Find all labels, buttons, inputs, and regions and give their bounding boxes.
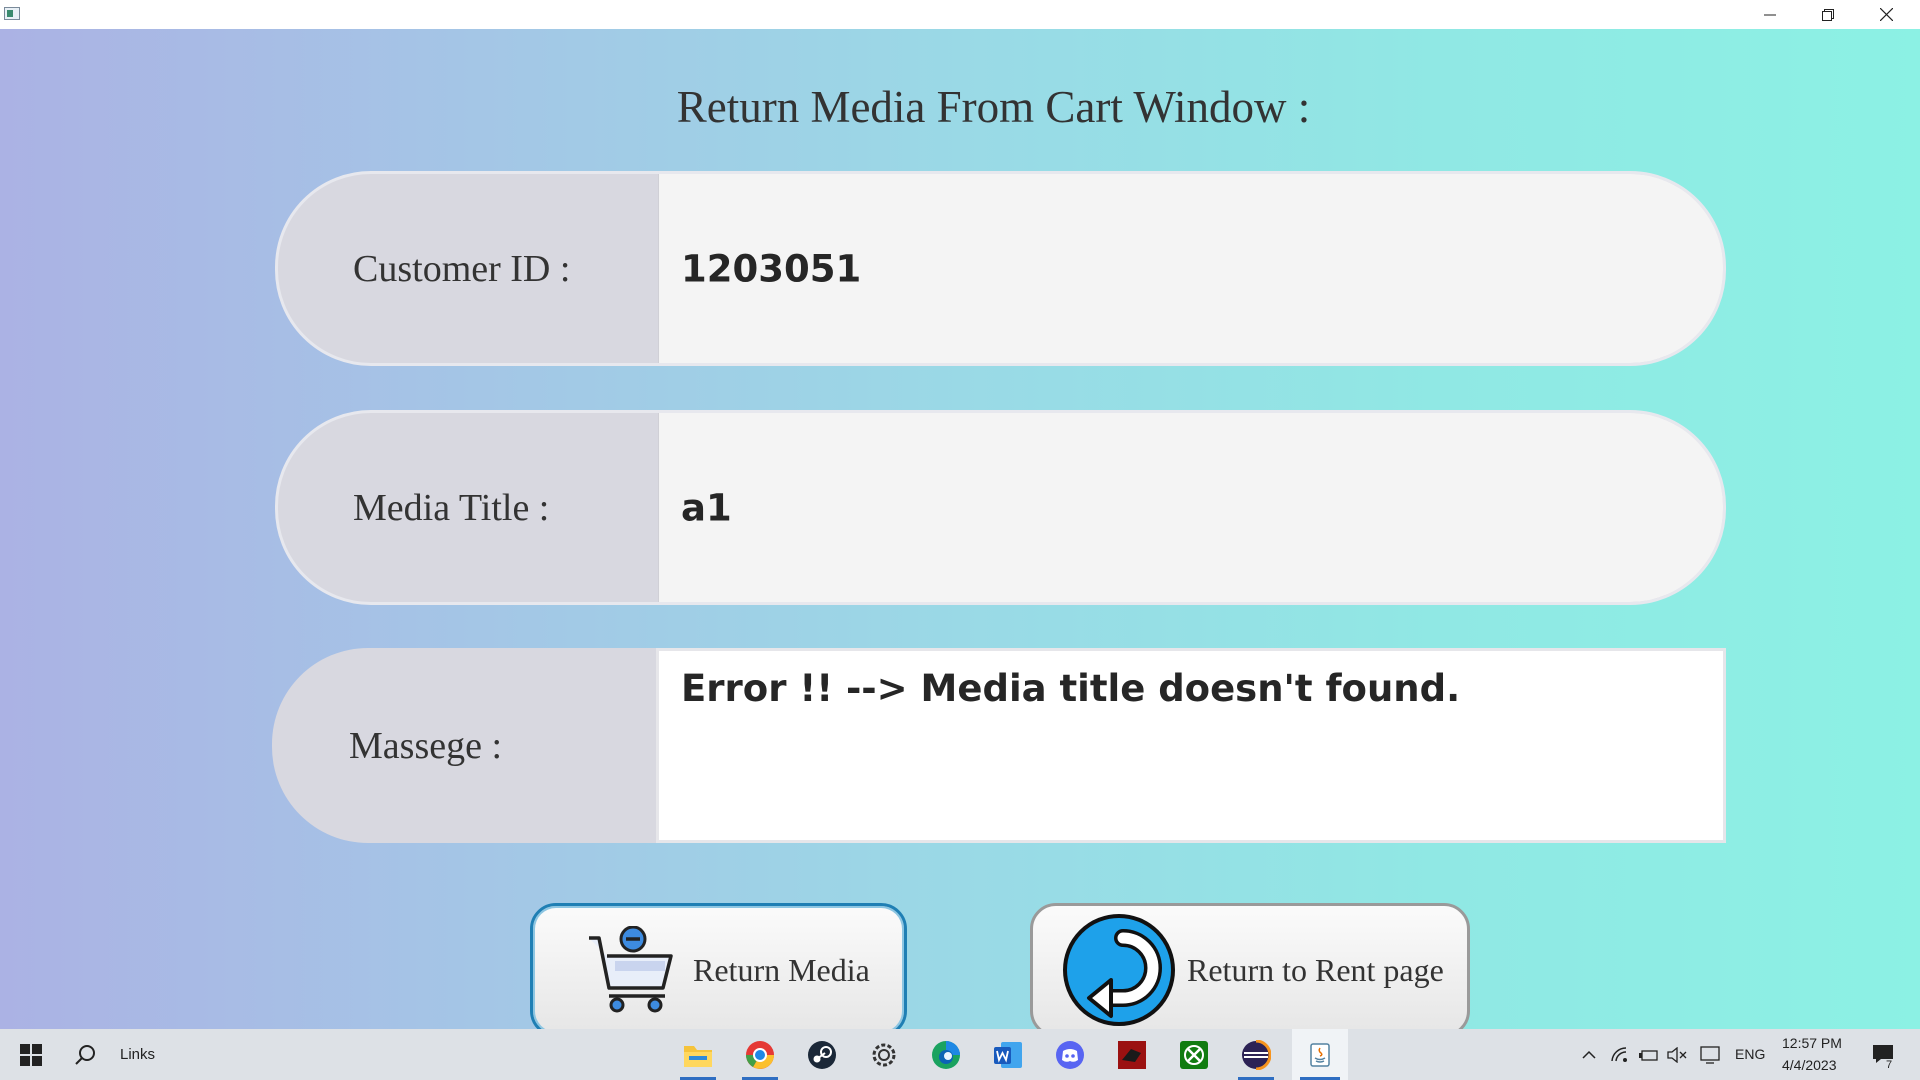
message-textarea[interactable]: Error !! --> Media title doesn't found.	[656, 648, 1726, 843]
return-to-rent-label: Return to Rent page	[1187, 951, 1444, 988]
file-explorer-icon	[684, 1045, 712, 1067]
restore-button[interactable]	[1799, 0, 1857, 29]
customer-id-value: 1203051	[681, 247, 862, 290]
clock-date[interactable]: 4/4/2023	[1782, 1057, 1837, 1073]
search-icon	[75, 1044, 95, 1065]
return-to-rent-button[interactable]: Return to Rent page	[1030, 903, 1470, 1037]
network-tray[interactable]	[1608, 1029, 1632, 1080]
back-arrow-icon	[1063, 914, 1175, 1026]
battery-icon	[1639, 1049, 1658, 1061]
taskbar-eclipse[interactable]	[1230, 1029, 1282, 1080]
java-icon	[1310, 1042, 1330, 1067]
volume-tray[interactable]	[1665, 1029, 1689, 1080]
battery-tray[interactable]	[1637, 1029, 1661, 1080]
language-indicator[interactable]: ENG	[1735, 1046, 1765, 1062]
edge-icon	[932, 1040, 960, 1069]
taskbar-word[interactable]	[982, 1029, 1034, 1080]
clock-time[interactable]: 12:57 PM	[1782, 1035, 1842, 1051]
start-button[interactable]	[8, 1029, 54, 1080]
taskbar-discord[interactable]	[1044, 1029, 1096, 1080]
red-app-icon	[1118, 1040, 1146, 1069]
search-label: Links	[120, 1046, 156, 1063]
notification-icon	[1873, 1044, 1893, 1063]
main-window: Return Media From Cart Window : Customer…	[0, 29, 1920, 1037]
taskbar-chrome[interactable]	[734, 1029, 786, 1080]
media-title-row: Media Title : a1	[275, 410, 1726, 605]
taskbar-edge[interactable]	[920, 1029, 972, 1080]
wifi-icon	[1611, 1046, 1627, 1062]
display-tray[interactable]	[1698, 1029, 1722, 1080]
customer-id-field[interactable]: 1203051	[658, 174, 1723, 363]
restore-icon	[1822, 8, 1834, 21]
notification-center-button[interactable]: 7	[1864, 1029, 1904, 1080]
windows-icon	[20, 1043, 42, 1066]
discord-icon	[1056, 1040, 1084, 1069]
taskbar-steam[interactable]	[796, 1029, 848, 1080]
taskbar-red-app[interactable]	[1106, 1029, 1158, 1080]
taskbar-xbox[interactable]	[1168, 1029, 1220, 1080]
taskbar-search[interactable]: Links	[74, 1029, 174, 1080]
xbox-icon	[1180, 1040, 1208, 1069]
minimize-button[interactable]	[1741, 0, 1799, 29]
chevron-up-icon	[1582, 1050, 1596, 1059]
taskbar: Links ENG 12:57 PM 4/4/2023 7	[0, 1029, 1920, 1080]
volume-muted-icon	[1667, 1046, 1687, 1063]
notification-count: 7	[1886, 1059, 1893, 1071]
message-row: Massege : Error !! --> Media title doesn…	[272, 648, 1726, 843]
media-title-label: Media Title :	[353, 486, 550, 529]
message-text: Error !! --> Media title doesn't found.	[681, 667, 1461, 710]
close-icon	[1879, 8, 1893, 21]
show-hidden-icons-button[interactable]	[1578, 1029, 1600, 1080]
return-media-label: Return Media	[693, 951, 870, 988]
minimize-icon	[1764, 14, 1776, 15]
steam-icon	[808, 1040, 836, 1069]
title-bar	[0, 0, 1920, 29]
settings-icon	[872, 1043, 896, 1066]
return-media-button[interactable]: Return Media	[530, 903, 907, 1037]
app-icon	[4, 7, 20, 20]
display-icon	[1700, 1045, 1720, 1064]
cart-remove-icon	[589, 926, 673, 1013]
word-icon	[994, 1041, 1022, 1068]
eclipse-icon	[1242, 1039, 1271, 1070]
close-button[interactable]	[1857, 0, 1915, 29]
taskbar-settings[interactable]	[858, 1029, 910, 1080]
chrome-icon	[746, 1040, 774, 1069]
media-title-value: a1	[681, 486, 732, 529]
message-label: Massege :	[349, 724, 503, 767]
page-title: Return Media From Cart Window :	[676, 82, 1311, 132]
customer-id-label: Customer ID :	[353, 247, 571, 290]
customer-id-row: Customer ID : 1203051	[275, 171, 1726, 366]
media-title-field[interactable]: a1	[658, 413, 1723, 602]
taskbar-java[interactable]	[1292, 1029, 1348, 1080]
taskbar-file-explorer[interactable]	[672, 1029, 724, 1080]
